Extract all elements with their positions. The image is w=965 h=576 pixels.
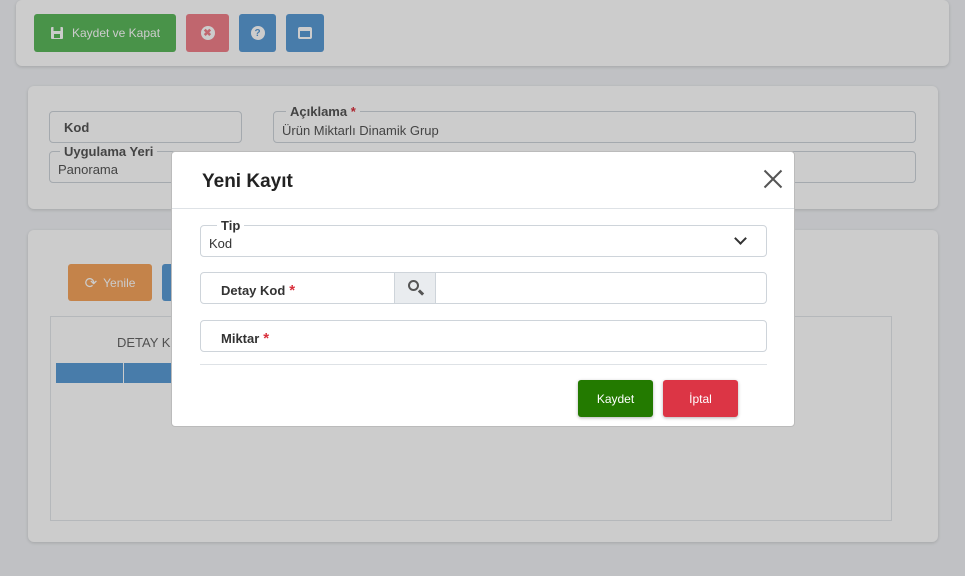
miktar-field[interactable]: Miktar * (200, 320, 767, 352)
dialog-footer-divider (200, 364, 767, 365)
new-record-dialog: Yeni Kayıt Tip Kod Detay Kod * Miktar * Ka… (171, 151, 795, 427)
dialog-header-divider (172, 208, 794, 209)
cancel-button[interactable]: İptal (663, 380, 738, 417)
tip-select[interactable]: Tip Kod (200, 218, 767, 257)
detay-kod-field: Detay Kod * (200, 272, 767, 304)
tip-label: Tip (217, 218, 245, 233)
dialog-title: Yeni Kayıt (202, 171, 293, 192)
chevron-down-icon (734, 232, 747, 245)
search-button[interactable] (394, 273, 436, 303)
close-icon[interactable] (762, 168, 784, 190)
tip-value: Kod (209, 236, 233, 251)
miktar-label: Miktar * (221, 330, 270, 347)
save-button[interactable]: Kaydet (578, 380, 653, 417)
detay-kod-input[interactable] (445, 282, 760, 296)
detay-kod-label: Detay Kod * (221, 282, 296, 299)
search-icon (408, 280, 419, 291)
